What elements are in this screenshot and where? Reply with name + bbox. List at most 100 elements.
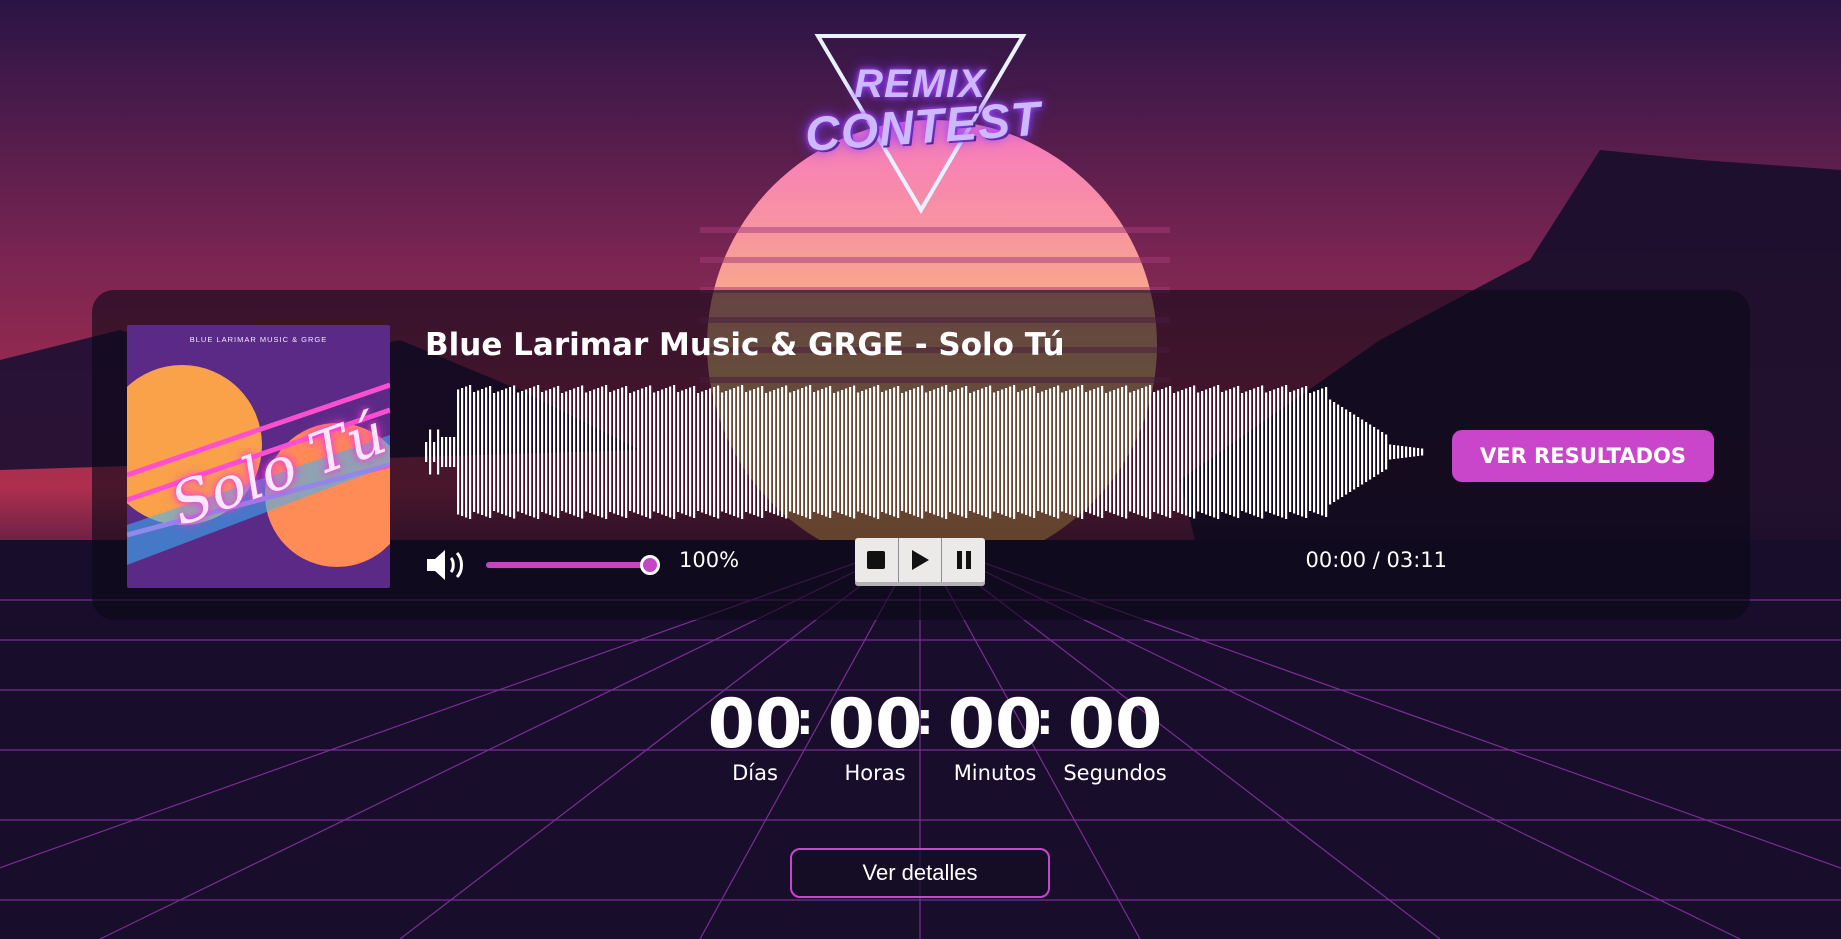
waveform-bar [1393,445,1396,459]
stop-button[interactable] [855,538,899,582]
countdown-timer: 00 Días : 00 Horas : 00 Minutos : 00 Seg… [700,690,1167,790]
waveform-bar [701,391,704,513]
waveform-bar [1169,386,1172,518]
waveform-bar [741,385,744,519]
waveform-bar [965,386,968,518]
waveform-bar [649,385,652,519]
waveform-bar [1097,387,1100,517]
pause-icon [956,551,971,569]
waveform-bar [989,385,992,519]
waveform-bar [905,391,908,513]
waveform-bar [1149,385,1152,519]
waveform-bar [1381,432,1384,472]
countdown-days: 00 Días [700,690,810,786]
waveform-bar [1405,446,1408,458]
waveform-bar [1117,388,1120,516]
waveform-bar [921,385,924,519]
waveform-bar [1217,385,1220,519]
waveform-bar [749,390,752,514]
waveform-bar [929,391,932,513]
volume-slider-thumb[interactable] [640,555,660,575]
waveform-bar [1061,392,1064,512]
waveform-bar [1269,391,1272,513]
waveform-bar [1165,387,1168,517]
waveform-bar [1345,409,1348,495]
waveform-bar [1237,386,1240,518]
waveform-bar [833,393,836,511]
waveform-bar [1173,393,1176,511]
waveform-bar [813,392,816,512]
waveform-bar [553,387,556,517]
waveform-bar [1081,385,1084,519]
waveform-bar [445,437,448,467]
waveform-bar [1297,389,1300,515]
album-cover: BLUE LARIMAR MUSIC & GRGE Solo Tú [127,325,390,588]
waveform-bar [1257,387,1260,517]
waveform-bar [1021,390,1024,514]
waveform-bar [901,393,904,511]
waveform-bar [1025,389,1028,515]
waveform-bar [641,388,644,516]
waveform-bar [957,389,960,515]
waveform-bar [1277,388,1280,516]
waveform-bar [429,429,432,475]
waveform-bar [1321,388,1324,516]
playback-time: 00:00 / 03:11 [1305,548,1447,572]
waveform-bar [453,437,456,467]
waveform-bar [1305,386,1308,518]
waveform-bar [893,387,896,517]
track-title: Blue Larimar Music & GRGE - Solo Tú [425,327,1065,363]
waveform-bar [937,388,940,516]
waveform-bar [1013,385,1016,519]
waveform-bar [1161,389,1164,515]
waveform-bar [1325,387,1328,517]
waveform-bar [917,387,920,517]
waveform-bar [1209,388,1212,516]
waveform-bar [925,392,928,512]
waveform-bar [729,389,732,515]
waveform-bar [573,388,576,516]
waveform-bar [829,386,832,518]
waveform-bar [433,442,436,462]
waveform-bar [585,392,588,512]
waveform-bar [601,386,604,518]
countdown-days-value: 00 [707,685,803,764]
waveform-bar [753,389,756,515]
waveform-bar [1333,402,1336,502]
pause-button[interactable] [942,538,985,582]
waveform[interactable] [425,382,1425,522]
waveform-bar [945,385,948,519]
waveform-bar [525,389,528,515]
play-button[interactable] [899,538,943,582]
remix-contest-logo: REMIX CONTEST [803,30,1043,220]
waveform-bar [677,392,680,512]
waveform-bar [477,390,480,514]
waveform-bar [737,386,740,518]
waveform-bar [1369,424,1372,480]
waveform-bar [981,388,984,516]
waveform-bar [717,385,720,519]
view-details-button[interactable]: Ver detalles [790,848,1050,898]
waveform-bar [1221,392,1224,512]
waveform-bar [841,390,844,514]
waveform-bar [869,388,872,516]
waveform-bar [593,389,596,515]
waveform-bar [437,429,440,475]
volume-slider-track[interactable] [486,562,656,568]
waveform-bar [793,391,796,513]
view-results-button[interactable]: VER RESULTADOS [1452,430,1714,482]
waveform-bar [1193,385,1196,519]
waveform-bar [1389,444,1392,460]
volume-icon[interactable] [425,548,471,582]
waveform-bar [465,386,468,518]
countdown-separator: : [916,694,934,745]
waveform-bar [1197,392,1200,512]
waveform-bar [565,391,568,513]
waveform-bar [1185,388,1188,516]
waveform-bar [1105,393,1108,511]
waveform-bar [1273,389,1276,515]
waveform-bar [1133,391,1136,513]
waveform-bar [1365,422,1368,482]
waveform-bar [489,386,492,518]
waveform-bar [769,391,772,513]
